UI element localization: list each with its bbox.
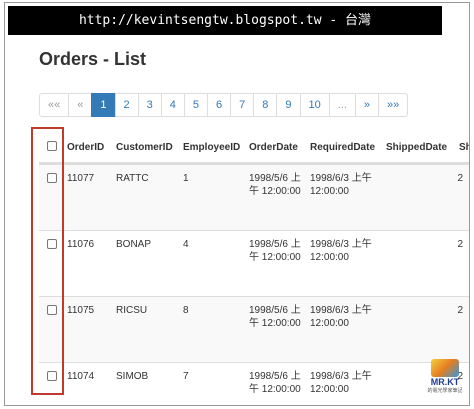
customer-id-cell: BONAP: [116, 239, 152, 250]
page-link-4[interactable]: 3: [137, 93, 162, 117]
order-date-cell: 1998/5/6 上午 12:00:00: [249, 173, 301, 197]
row-checkbox[interactable]: [47, 371, 57, 381]
required-date-cell: 1998/6/3 上午 12:00:00: [310, 239, 372, 263]
logo-subtitle: 的電光學家筆記: [427, 388, 463, 394]
order-id-cell: 11075: [67, 305, 95, 316]
customer-id-cell: SIMOB: [116, 371, 149, 382]
header-employee-id[interactable]: EmployeeID: [183, 141, 240, 154]
page-link-8[interactable]: 7: [230, 93, 255, 117]
employee-id-cell: 1: [183, 173, 189, 184]
employee-id-cell: 8: [183, 305, 189, 316]
header-ship-via[interactable]: Sh: [459, 141, 469, 154]
customer-id-cell: RICSU: [116, 305, 148, 316]
table-row: 11075 RICSU 8 1998/5/6 上午 12:00:00 1998/6/3 …: [39, 296, 469, 362]
blog-logo: MR.KT 的電光學家筆記: [423, 359, 467, 405]
table-row: 11076 BONAP 4 1998/5/6 上午 12:00:00 1998/6/3 …: [39, 230, 469, 296]
page-link-10[interactable]: 9: [276, 93, 301, 117]
order-id-cell: 11077: [67, 173, 95, 184]
order-date-cell: 1998/5/6 上午 12:00:00: [249, 239, 301, 263]
row-checkbox[interactable]: [47, 173, 57, 183]
ship-via-cell: 2: [457, 173, 463, 184]
row-checkbox[interactable]: [47, 239, 57, 249]
table-header-row: OrderID CustomerID EmployeeID OrderDate …: [39, 131, 469, 164]
page-frame: http://kevintsengtw.blogspot.tw - 台灣 Ord…: [4, 2, 470, 406]
page-link-13[interactable]: »: [354, 93, 380, 117]
ship-via-cell: 2: [457, 305, 463, 316]
page-title: Orders - List: [39, 49, 147, 69]
required-date-cell: 1998/6/3 上午 12:00:00: [310, 173, 372, 197]
orders-table: OrderID CustomerID EmployeeID OrderDate …: [39, 131, 469, 405]
page-link-9[interactable]: 8: [253, 93, 278, 117]
order-id-cell: 11076: [67, 239, 95, 250]
url-banner: http://kevintsengtw.blogspot.tw - 台灣: [8, 6, 442, 35]
page-link-7[interactable]: 6: [207, 93, 232, 117]
page-link-5[interactable]: 4: [160, 93, 185, 117]
order-date-cell: 1998/5/6 上午 12:00:00: [249, 371, 301, 395]
required-date-cell: 1998/6/3 上午 12:00:00: [310, 371, 372, 395]
order-id-cell: 11074: [67, 371, 95, 382]
ship-via-cell: 2: [457, 239, 463, 250]
page-link-6[interactable]: 5: [183, 93, 208, 117]
order-date-cell: 1998/5/6 上午 12:00:00: [249, 305, 301, 329]
table-row: 11077 RATTC 1 1998/5/6 上午 12:00:00 1998/6/3 …: [39, 164, 469, 230]
header-shipped-date[interactable]: ShippedDate: [386, 141, 447, 154]
header-order-date[interactable]: OrderDate: [249, 141, 304, 154]
logo-mark: MR.KT: [430, 377, 460, 387]
page-link-1: «: [68, 93, 93, 117]
pagination: «« «1 2 3 4 5 6 7 8 9 10...»»»: [39, 93, 409, 117]
required-date-cell: 1998/6/3 上午 12:00:00: [310, 305, 372, 329]
page-link-14[interactable]: »»: [378, 93, 409, 117]
header-customer-id[interactable]: CustomerID: [116, 141, 173, 154]
page-link-2[interactable]: 1: [91, 93, 116, 117]
page-link-0: ««: [39, 93, 70, 117]
page-link-11[interactable]: 10: [299, 93, 330, 117]
customer-id-cell: RATTC: [116, 173, 149, 184]
row-checkbox[interactable]: [47, 305, 57, 315]
header-order-id[interactable]: OrderID: [67, 141, 104, 154]
select-all-checkbox[interactable]: [47, 141, 57, 151]
header-required-date[interactable]: RequiredDate: [310, 141, 380, 154]
page-link-12: ...: [328, 93, 356, 117]
table-row: 11074 SIMOB 7 1998/5/6 上午 12:00:00 1998/6/3 …: [39, 362, 469, 405]
employee-id-cell: 7: [183, 371, 189, 382]
logo-badge-icon: [431, 359, 459, 377]
page-link-3[interactable]: 2: [114, 93, 139, 117]
employee-id-cell: 4: [183, 239, 189, 250]
